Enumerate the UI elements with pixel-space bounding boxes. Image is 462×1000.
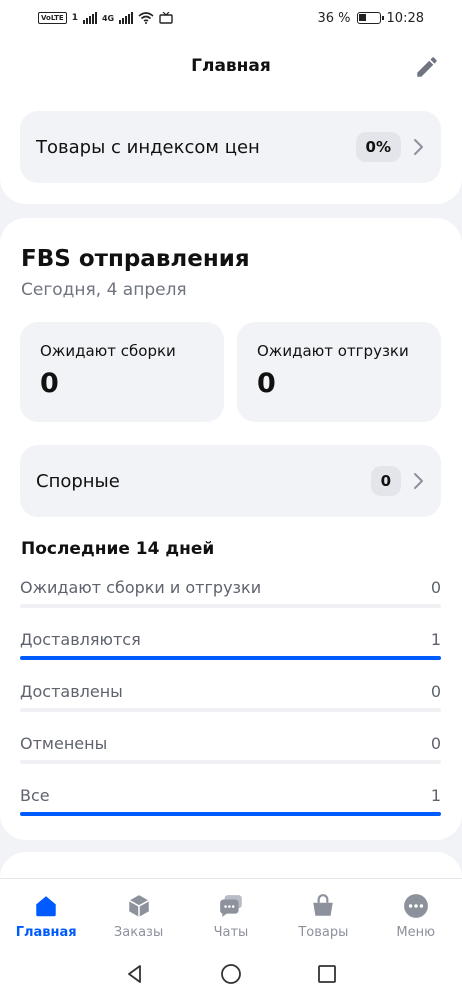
period-item-value: 1	[430, 786, 441, 805]
progress-track	[20, 656, 441, 660]
nav-label: Товары	[298, 925, 349, 940]
wifi-icon	[138, 12, 154, 24]
nav-label: Главная	[15, 925, 77, 940]
volte-badge: VoLTE	[38, 12, 67, 24]
status-bar: VoLTE 1 4G 36 % 10:28	[0, 0, 462, 36]
recents-icon[interactable]	[316, 963, 338, 985]
box-icon	[128, 895, 149, 917]
period-item-cancelled[interactable]: Отменены 0	[20, 734, 441, 774]
period-item-delivering[interactable]: Доставляются 1	[20, 630, 441, 670]
nav-products[interactable]: Товары	[283, 893, 363, 940]
header: Главная Товары с индексом цен 0%	[0, 36, 462, 204]
period-item-label: Все	[20, 786, 50, 805]
period-item-label: Отменены	[20, 734, 108, 753]
signal-icon	[82, 12, 97, 24]
period-item-value: 0	[430, 578, 441, 597]
chevron-right-icon	[414, 473, 423, 489]
period-item-value: 0	[430, 734, 441, 753]
tv-icon	[159, 12, 173, 24]
clock: 10:28	[386, 10, 424, 26]
progress-track	[20, 812, 441, 816]
disputed-row[interactable]: Спорные 0	[20, 445, 441, 517]
chat-icon	[220, 895, 242, 917]
period-item-all[interactable]: Все 1	[20, 786, 441, 826]
progress-fill	[20, 812, 441, 816]
period-item-awaiting[interactable]: Ожидают сборки и отгрузки 0	[20, 578, 441, 618]
nav-label: Заказы	[113, 925, 164, 940]
awaiting-shipment-value: 0	[257, 368, 276, 399]
disputed-count: 0	[370, 466, 401, 496]
awaiting-shipment-box[interactable]: Ожидают отгрузки 0	[237, 322, 441, 422]
period-item-value: 1	[430, 630, 441, 649]
progress-track	[20, 760, 441, 764]
back-icon[interactable]	[124, 963, 146, 985]
signal-icon-2	[119, 12, 134, 24]
nav-menu[interactable]: Меню	[376, 893, 456, 940]
nav-label: Меню	[396, 925, 436, 940]
home-button-icon[interactable]	[220, 963, 242, 985]
sim-slot: 1	[71, 13, 78, 23]
price-index-row[interactable]: Товары с индексом цен 0%	[20, 111, 441, 183]
progress-fill	[20, 656, 441, 660]
fbs-date: Сегодня, 4 апреля	[21, 280, 187, 300]
period-item-value: 0	[430, 682, 441, 701]
basket-icon	[313, 894, 334, 916]
progress-track	[20, 708, 441, 712]
battery-icon	[356, 12, 384, 24]
more-icon	[403, 894, 428, 918]
period-item-label: Доставлены	[20, 682, 123, 701]
period-item-delivered[interactable]: Доставлены 0	[20, 682, 441, 722]
price-index-value: 0%	[355, 132, 401, 162]
network-type: 4G	[101, 13, 115, 23]
awaiting-assembly-value: 0	[40, 368, 59, 399]
period-title: Последние 14 дней	[21, 539, 215, 559]
nav-orders[interactable]: Заказы	[99, 893, 179, 940]
nav-chats[interactable]: Чаты	[191, 893, 271, 940]
battery-percent: 36 %	[317, 10, 351, 26]
fbs-title: FBS отправления	[21, 246, 250, 272]
awaiting-assembly-box[interactable]: Ожидают сборки 0	[20, 322, 224, 422]
period-item-label: Доставляются	[20, 630, 141, 649]
fbs-card: FBS отправления Сегодня, 4 апреля Ожидаю…	[0, 218, 462, 840]
awaiting-shipment-label: Ожидают отгрузки	[257, 342, 409, 360]
chevron-right-icon	[414, 139, 423, 155]
nav-home[interactable]: Главная	[6, 893, 86, 940]
home-icon	[36, 896, 56, 917]
nav-label: Чаты	[213, 925, 249, 940]
price-index-label: Товары с индексом цен	[36, 136, 260, 158]
progress-track	[20, 604, 441, 608]
system-nav-bar	[0, 948, 462, 1000]
page-title: Главная	[191, 56, 271, 76]
bottom-nav: Главная Заказы Чаты Товары Меню	[0, 878, 462, 948]
period-item-label: Ожидают сборки и отгрузки	[20, 578, 262, 597]
awaiting-assembly-label: Ожидают сборки	[40, 342, 176, 360]
disputed-label: Спорные	[36, 470, 120, 492]
pencil-icon[interactable]	[414, 54, 440, 80]
